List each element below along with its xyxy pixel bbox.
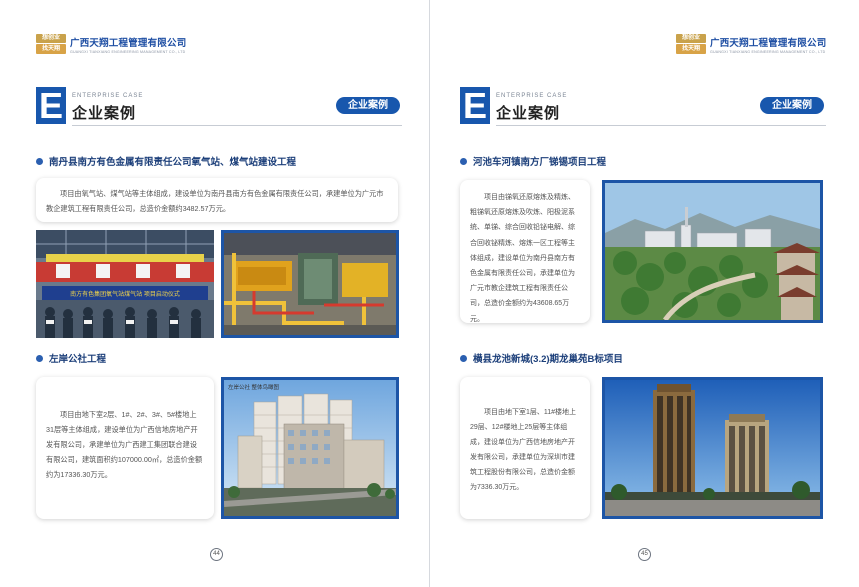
project-title: 河池车河镇南方厂锑锡项目工程 bbox=[460, 154, 606, 168]
project-photo-gas-station bbox=[221, 230, 399, 338]
page-number: 44 bbox=[210, 548, 223, 561]
section-letter: E bbox=[460, 87, 490, 124]
project-title: 横县龙池新城(3.2)期龙巢苑B标项目 bbox=[460, 351, 623, 365]
project-description-card: 项目由氧气站、煤气站等主体组成，建设单位为南丹县南方有色金属有限责任公司，承建单… bbox=[36, 178, 398, 222]
project-title: 南丹县南方有色金属有限责任公司氧气站、煤气站建设工程 bbox=[36, 154, 296, 168]
section-title: 企业案例 bbox=[72, 105, 137, 122]
section-title: 企业案例 bbox=[496, 105, 561, 122]
bullet-icon bbox=[36, 157, 43, 165]
page-number: 45 bbox=[638, 548, 651, 561]
section-en-title: ENTERPRISE CASE bbox=[72, 93, 144, 99]
header-divider bbox=[72, 125, 402, 126]
company-name-en: GUANGXI TIANXIANG ENGINEERING MANAGEMENT… bbox=[710, 49, 826, 54]
logo-badge: 想创业 找天翔 bbox=[676, 34, 706, 54]
section-pill: 企业案例 bbox=[336, 97, 400, 114]
project-photo-factory bbox=[602, 180, 823, 323]
logo-slogan-1: 想创业 bbox=[41, 35, 60, 41]
section-en-title: ENTERPRISE CASE bbox=[496, 93, 568, 99]
company-logo: 想创业 找天翔 广西天翔工程管理有限公司 GUANGXI TIANXIANG E… bbox=[676, 34, 826, 54]
photo-caption: 左岸公社 整体鸟瞰图 bbox=[228, 383, 280, 391]
project-photo-highrise bbox=[602, 377, 823, 519]
project-description-card: 项目由地下室1层、11#楼地上29层、12#楼地上25层等主体组成，建设单位为广… bbox=[460, 377, 590, 519]
project-photo-ceremony: 南方有色集团氧气站煤气站 项目启动仪式 bbox=[36, 230, 214, 338]
company-logo: 想创业 找天翔 广西天翔工程管理有限公司 GUANGXI TIANXIANG E… bbox=[36, 34, 186, 54]
page-44: 想创业 找天翔 广西天翔工程管理有限公司 GUANGXI TIANXIANG E… bbox=[0, 0, 429, 587]
logo-slogan-2: 找天翔 bbox=[41, 46, 60, 52]
bullet-icon bbox=[460, 354, 467, 362]
project-description: 项目由地下室1层、11#楼地上29层、12#楼地上25层等主体组成，建设单位为广… bbox=[470, 409, 577, 491]
project-description-card: 项目由锑氧还原熔炼及精炼、粗锑氧还原熔炼及吹炼、阳极泥系统、单锑、综合回收铅铋电… bbox=[460, 180, 590, 323]
section-letter: E bbox=[36, 87, 66, 124]
project-description: 项目由地下室2层、1#、2#、3#、5#楼地上31层等主体组成，建设单位为广西信… bbox=[46, 410, 203, 479]
header-divider bbox=[496, 125, 826, 126]
logo-slogan-2: 找天翔 bbox=[681, 46, 700, 52]
logo-slogan-1: 想创业 bbox=[681, 35, 700, 41]
section-pill: 企业案例 bbox=[760, 97, 824, 114]
bullet-icon bbox=[36, 354, 43, 362]
company-name: 广西天翔工程管理有限公司 bbox=[710, 37, 827, 49]
project-photo-towers: 左岸公社 整体鸟瞰图 bbox=[221, 377, 399, 519]
page-45: 想创业 找天翔 广西天翔工程管理有限公司 GUANGXI TIANXIANG E… bbox=[430, 0, 859, 587]
project-description-card: 项目由地下室2层、1#、2#、3#、5#楼地上31层等主体组成，建设单位为广西信… bbox=[36, 377, 214, 519]
project-title: 左岸公社工程 bbox=[36, 351, 106, 365]
company-name-en: GUANGXI TIANXIANG ENGINEERING MANAGEMENT… bbox=[70, 49, 186, 54]
logo-badge: 想创业 找天翔 bbox=[36, 34, 66, 54]
bullet-icon bbox=[460, 157, 467, 165]
banner-text: 南方有色集团氧气站煤气站 项目启动仪式 bbox=[70, 290, 180, 298]
company-name: 广西天翔工程管理有限公司 bbox=[70, 37, 187, 49]
project-description: 项目由氧气站、煤气站等主体组成，建设单位为南丹县南方有色金属有限责任公司，承建单… bbox=[46, 189, 384, 213]
project-description: 项目由锑氧还原熔炼及精炼、粗锑氧还原熔炼及吹炼、阳极泥系统、单锑、综合回收铅铋电… bbox=[470, 194, 575, 323]
